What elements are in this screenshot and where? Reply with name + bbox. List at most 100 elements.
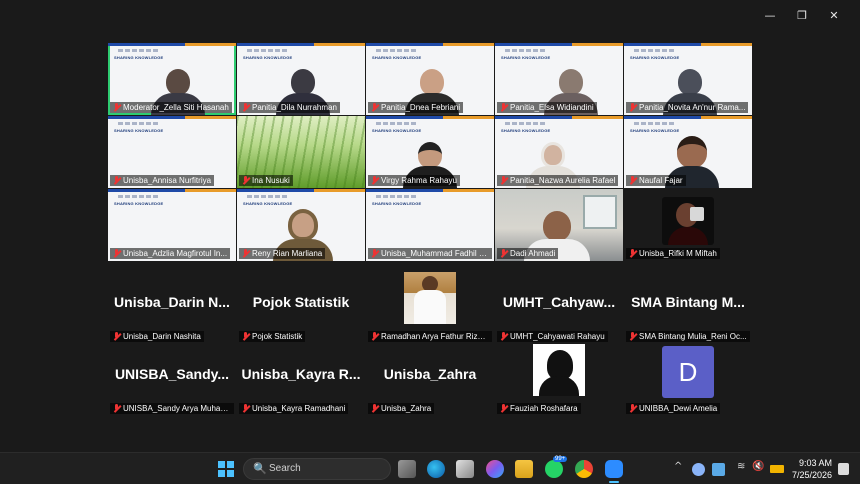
participant-name: Moderator_Zella Siti Hasanah — [110, 102, 232, 113]
battery-icon[interactable] — [770, 465, 784, 473]
video-tile[interactable]: SHARING KNOWLEDGE Panitia_Dila Nurrahman — [237, 43, 365, 115]
system-clock[interactable]: 9:03 AM 7/25/2026 — [792, 457, 832, 481]
video-tile[interactable]: Unisba_Rifki M Miftah — [624, 189, 752, 261]
participant-name: Unisba_Rifki M Miftah — [626, 248, 720, 259]
video-tile[interactable]: Fauziah Roshafara — [495, 344, 623, 416]
participant-name: Unisba_Kayra Ramadhani — [239, 403, 349, 414]
slide-title: SHARING KNOWLEDGE — [114, 55, 164, 60]
slide-title: SHARING KNOWLEDGE — [372, 55, 422, 60]
video-tile[interactable]: Ina Nusuki — [237, 116, 365, 188]
video-tile[interactable]: Unisba_Zahra Unisba_Zahra — [366, 344, 494, 416]
muted-mic-icon — [500, 249, 507, 258]
whatsapp-icon[interactable] — [545, 460, 563, 478]
chrome-icon[interactable] — [575, 460, 593, 478]
close-button[interactable]: ✕ — [818, 6, 850, 24]
participant-display-name: Unisba_Zahra — [383, 366, 477, 382]
video-tile[interactable]: D UNIBBA_Dewi Amelia — [624, 344, 752, 416]
minimize-button[interactable]: — — [754, 6, 786, 24]
search-box[interactable]: 🔍 Search — [243, 458, 391, 480]
chevron-up-icon[interactable]: ^ — [674, 461, 682, 472]
muted-mic-icon — [113, 103, 120, 112]
initial-avatar: D — [662, 346, 714, 398]
participant-name: UNIBBA_Dewi Amelia — [626, 403, 721, 414]
search-icon: 🔍 — [253, 462, 267, 475]
clock-date: 7/25/2026 — [791, 470, 832, 480]
tray-app-icon[interactable] — [712, 463, 725, 476]
muted-mic-icon — [629, 404, 636, 413]
video-tile[interactable]: SHARING KNOWLEDGE Naufal Fajar — [624, 116, 752, 188]
start-button[interactable] — [218, 461, 234, 477]
muted-mic-icon — [629, 249, 636, 258]
video-tile[interactable]: SHARING KNOWLEDGE Panitia_Elsa Widiandin… — [495, 43, 623, 115]
video-tile[interactable]: SHARING KNOWLEDGE Unisba_Adzlia Magfirot… — [108, 189, 236, 261]
profile-photo — [533, 344, 585, 396]
video-tile[interactable]: Dadi Ahmadi — [495, 189, 623, 261]
muted-mic-icon — [242, 332, 249, 341]
search-label: Search — [269, 463, 301, 474]
video-tile[interactable]: SHARING KNOWLEDGE Panitia_Dnea Febriani — [366, 43, 494, 115]
zoom-icon[interactable] — [605, 460, 623, 478]
participant-name: Fauziah Roshafara — [497, 403, 581, 414]
muted-mic-icon — [500, 332, 507, 341]
muted-mic-icon — [371, 176, 378, 185]
video-tile[interactable]: SHARING KNOWLEDGE Unisba_Muhammad Fadhil… — [366, 189, 494, 261]
muted-mic-icon — [242, 404, 249, 413]
participant-display-name: Pojok Statistik — [252, 294, 350, 310]
profile-photo — [404, 272, 456, 324]
muted-mic-icon — [242, 176, 249, 185]
muted-mic-icon — [113, 176, 120, 185]
video-tile[interactable]: UMHT_Cahyaw... UMHT_Cahyawati Rahayu — [495, 272, 623, 344]
muted-mic-icon — [629, 103, 636, 112]
task-view-icon[interactable] — [398, 460, 416, 478]
slide-title: SHARING KNOWLEDGE — [372, 128, 422, 133]
muted-mic-icon — [629, 176, 636, 185]
participant-display-name: SMA Bintang M... — [631, 294, 745, 310]
copilot-icon[interactable] — [486, 460, 504, 478]
video-tile[interactable]: UNISBA_Sandy... UNISBA_Sandy Arya Muham.… — [108, 344, 236, 416]
participant-name: Dadi Ahmadi — [497, 248, 559, 259]
muted-mic-icon — [629, 332, 636, 341]
video-tile[interactable]: SMA Bintang M... SMA Bintang Mulia_Reni … — [624, 272, 752, 344]
video-tile[interactable]: Ramadhan Arya Fathur Rizky... — [366, 272, 494, 344]
store-icon[interactable] — [456, 460, 474, 478]
video-tile[interactable]: SHARING KNOWLEDGE Moderator_Zella Siti H… — [108, 43, 236, 115]
participant-name: SMA Bintang Mulia_Reni Oc... — [626, 331, 750, 342]
gallery-grid: SHARING KNOWLEDGE Moderator_Zella Siti H… — [108, 43, 754, 417]
muted-mic-icon — [371, 332, 378, 341]
video-tile[interactable]: SHARING KNOWLEDGE Panitia_Novita An'nur … — [624, 43, 752, 115]
video-tile[interactable]: SHARING KNOWLEDGE Virgy Rahma Rahayu — [366, 116, 494, 188]
muted-mic-icon — [500, 176, 507, 185]
slide-title: SHARING KNOWLEDGE — [630, 55, 680, 60]
slide-title: SHARING KNOWLEDGE — [501, 55, 551, 60]
volume-muted-icon[interactable]: 🔇 — [752, 461, 764, 472]
participant-name: Naufal Fajar — [626, 175, 686, 186]
slide-title: SHARING KNOWLEDGE — [243, 201, 293, 206]
participant-name: Ramadhan Arya Fathur Rizky... — [368, 331, 492, 342]
participant-name: Unisba_Adzlia Magfirotul In... — [110, 248, 231, 259]
muted-mic-icon — [113, 404, 120, 413]
maximize-button[interactable]: ❐ — [786, 6, 818, 24]
video-tile[interactable]: Unisba_Kayra R... Unisba_Kayra Ramadhani — [237, 344, 365, 416]
participant-display-name: Unisba_Darin N... — [114, 294, 230, 310]
participant-name: Panitia_Novita An'nur Rama... — [626, 102, 749, 113]
slide-title: SHARING KNOWLEDGE — [114, 128, 164, 133]
video-tile[interactable]: Pojok Statistik Pojok Statistik — [237, 272, 365, 344]
edge-icon[interactable] — [427, 460, 445, 478]
file-explorer-icon[interactable] — [515, 460, 533, 478]
participant-name: Unisba_Muhammad Fadhil R... — [368, 248, 492, 259]
notification-bell-icon[interactable] — [838, 463, 849, 475]
video-tile[interactable]: SHARING KNOWLEDGE Reny Rian Marliana — [237, 189, 365, 261]
clock-time: 9:03 AM — [798, 458, 832, 468]
wifi-icon[interactable]: ≋ — [737, 461, 745, 472]
muted-mic-icon — [500, 103, 507, 112]
video-tile[interactable]: SHARING KNOWLEDGE Unisba_Annisa Nurfitri… — [108, 116, 236, 188]
window-controls: — ❐ ✕ — [754, 6, 850, 24]
muted-mic-icon — [113, 249, 120, 258]
muted-mic-icon — [113, 332, 120, 341]
video-tile[interactable]: Unisba_Darin N... Unisba_Darin Nashita — [108, 272, 236, 344]
notification-badge: 99+ — [553, 456, 568, 462]
tray-app-icon[interactable] — [692, 463, 705, 476]
participant-name: Panitia_Elsa Widiandini — [497, 102, 597, 113]
participant-name: Panitia_Nazwa Aurelia Rafael — [497, 175, 619, 186]
video-tile[interactable]: SHARING KNOWLEDGE Panitia_Nazwa Aurelia … — [495, 116, 623, 188]
